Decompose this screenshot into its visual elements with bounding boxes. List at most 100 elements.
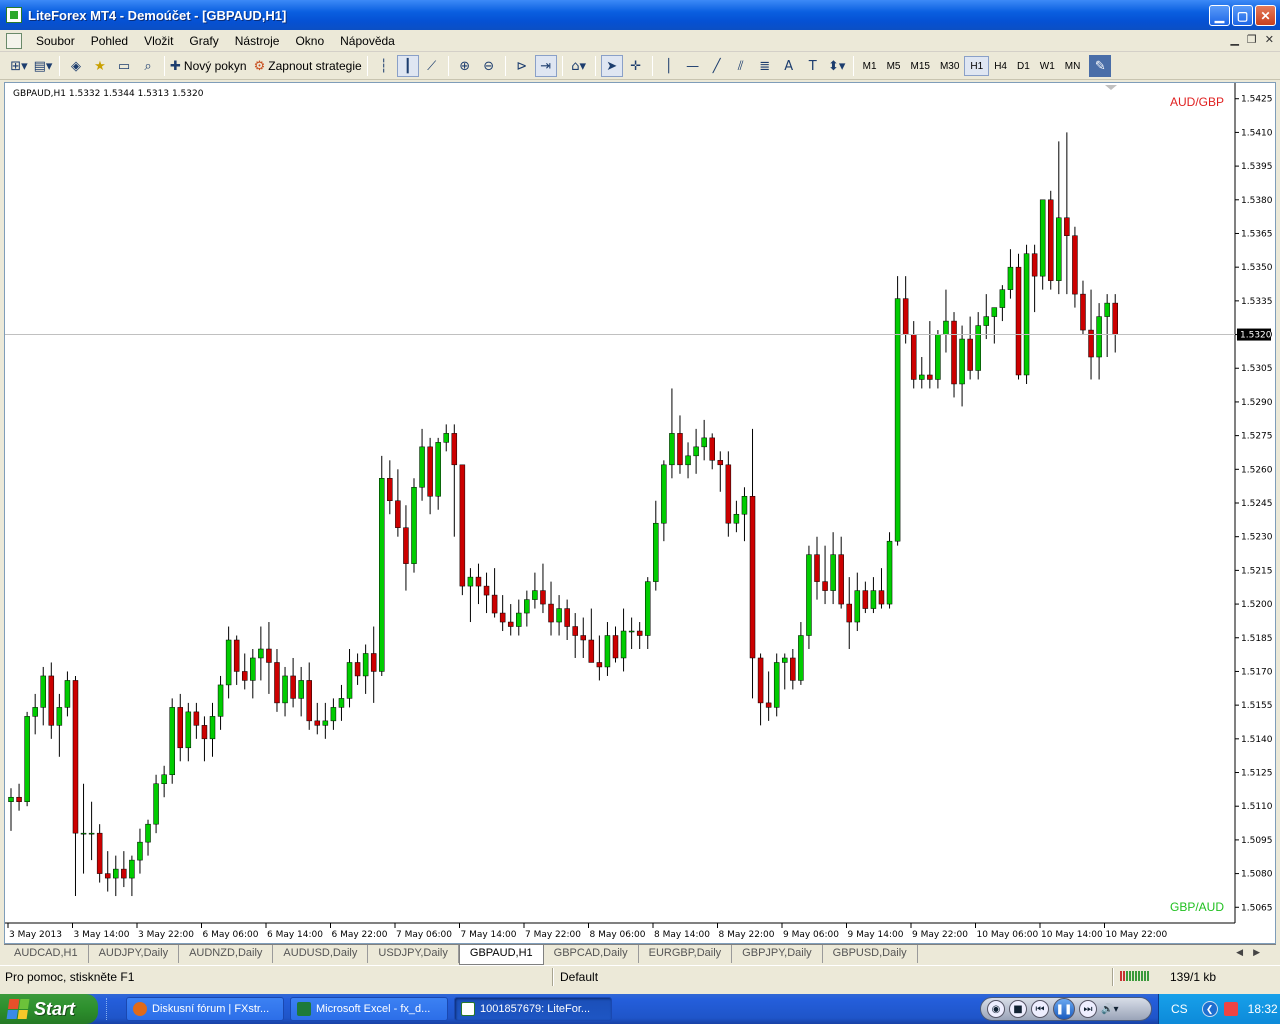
tab-gbpcad[interactable]: GBPCAD,Daily	[544, 945, 639, 963]
task-excel[interactable]: Microsoft Excel - fx_d...	[290, 997, 448, 1021]
zoom-in-icon[interactable]: ⊕	[454, 55, 476, 77]
timeframe-mn[interactable]: MN	[1060, 56, 1086, 76]
text-icon[interactable]: A	[778, 55, 800, 77]
tab-gbpaud[interactable]: GBPAUD,H1	[458, 945, 544, 965]
candle-body	[830, 554, 836, 591]
menu-file[interactable]: Soubor	[28, 34, 83, 48]
trendline-icon[interactable]: ╱	[706, 55, 728, 77]
chart-shift-icon[interactable]: ⇥	[534, 55, 557, 77]
media-volume-icon[interactable]: 🔊▾	[1101, 1004, 1118, 1015]
price-tick-label: 1.5290	[1241, 398, 1273, 408]
terminal-icon[interactable]: ▭	[113, 55, 135, 77]
menu-tools[interactable]: Nástroje	[227, 34, 288, 48]
timeframe-m5[interactable]: M5	[882, 56, 906, 76]
candlestick-chart[interactable]: GBPAUD,H1 1.5332 1.5344 1.5313 1.5320 AU…	[5, 83, 1275, 943]
candle-body	[1080, 293, 1086, 331]
arrows-icon[interactable]: ⬍▾	[826, 55, 848, 77]
media-previous-icon[interactable]: ⏮	[1031, 1000, 1049, 1018]
tab-audcad[interactable]: AUDCAD,H1	[4, 945, 89, 963]
price-tick-label: 1.5230	[1241, 533, 1273, 543]
indicators-icon[interactable]: ⌂▾	[568, 55, 590, 77]
timeframe-h4[interactable]: H4	[989, 56, 1012, 76]
status-bar: Pro pomoc, stiskněte F1 Default 139/1 kb	[0, 965, 1280, 987]
price-tick-label: 1.5125	[1241, 769, 1273, 779]
auto-scroll-icon[interactable]: ⊳	[511, 55, 533, 77]
crosshair-icon[interactable]: ✛	[625, 55, 647, 77]
zoom-out-icon[interactable]: ⊖	[478, 55, 500, 77]
menu-view[interactable]: Pohled	[83, 34, 136, 48]
quick-launch-grip[interactable]	[106, 998, 120, 1020]
tab-audnzd[interactable]: AUDNZD,Daily	[179, 945, 274, 963]
menu-window[interactable]: Okno	[287, 34, 332, 48]
candle-body	[798, 635, 804, 681]
maximize-button[interactable]: ▢	[1232, 5, 1253, 26]
timeframe-m1[interactable]: M1	[858, 56, 882, 76]
tab-gbpusd[interactable]: GBPUSD,Daily	[823, 945, 918, 963]
fibonacci-icon[interactable]: ≣	[754, 55, 776, 77]
bar-chart-icon[interactable]: ┆	[373, 55, 395, 77]
app-icon	[6, 7, 22, 23]
chart-window[interactable]: GBPAUD,H1 1.5332 1.5344 1.5313 1.5320 AU…	[4, 82, 1276, 944]
tab-usdjpy[interactable]: USDJPY,Daily	[368, 945, 459, 963]
candle-body	[685, 455, 691, 466]
candlestick-chart-icon[interactable]: ┃	[396, 55, 419, 77]
market-watch-icon[interactable]: ◈	[65, 55, 87, 77]
language-indicator[interactable]: CS	[1171, 1002, 1188, 1016]
equidistant-channel-icon[interactable]: ⫽	[730, 55, 752, 77]
horizontal-line-icon[interactable]: —	[682, 55, 704, 77]
tab-audjpy[interactable]: AUDJPY,Daily	[89, 945, 180, 963]
start-button[interactable]: Start	[0, 994, 98, 1024]
navigator-icon[interactable]: ★	[89, 55, 111, 77]
minimize-button[interactable]: ▁	[1209, 5, 1230, 26]
tray-app-icon[interactable]	[1223, 1002, 1238, 1016]
tab-audusd[interactable]: AUDUSD,Daily	[273, 945, 369, 963]
media-pause-icon[interactable]: ❚❚	[1053, 998, 1075, 1020]
candle-body	[483, 585, 490, 596]
menu-insert[interactable]: Vložit	[136, 34, 181, 48]
tab-eurgbp[interactable]: EURGBP,Daily	[639, 945, 733, 963]
price-tick-label: 1.5395	[1241, 162, 1273, 172]
toolbar-overflow-icon[interactable]: ✎	[1089, 55, 1112, 77]
menu-help[interactable]: Nápověda	[332, 34, 403, 48]
chart-tabs: AUDCAD,H1 AUDJPY,Daily AUDNZD,Daily AUDU…	[4, 944, 1276, 965]
timeframe-m30[interactable]: M30	[935, 56, 964, 76]
new-chart-icon[interactable]: ⊞▾	[8, 55, 30, 77]
menu-charts[interactable]: Grafy	[181, 34, 226, 48]
tabs-scroll-left-icon[interactable]: ◀	[1236, 948, 1253, 958]
task-liteforex[interactable]: 1001857679: LiteFor...	[454, 997, 612, 1021]
timeframe-w1[interactable]: W1	[1035, 56, 1060, 76]
candle-body	[419, 446, 425, 488]
close-button[interactable]: ✕	[1255, 5, 1276, 26]
candle-body	[354, 662, 361, 677]
candle-body	[346, 662, 353, 699]
mdi-close-icon[interactable]: ✕	[1265, 33, 1274, 46]
new-order-button[interactable]: ✚ Nový pokyn	[170, 55, 247, 77]
media-stop-icon[interactable]: ■	[1009, 1000, 1027, 1018]
mdi-restore-icon[interactable]: ❐	[1247, 33, 1257, 46]
vertical-line-icon[interactable]: │	[658, 55, 680, 77]
show-hidden-icons[interactable]: ❮	[1201, 1001, 1218, 1017]
cursor-icon[interactable]: ➤	[600, 55, 623, 77]
candle-body	[959, 338, 965, 385]
media-next-icon[interactable]: ⏭	[1079, 1000, 1097, 1018]
candle-body	[1096, 316, 1102, 358]
expert-advisors-button[interactable]: ⚙ Zapnout strategie	[254, 55, 362, 77]
profiles-icon[interactable]: ▤▾	[32, 55, 54, 77]
task-firefox[interactable]: Diskusní fórum | FXstr...	[126, 997, 284, 1021]
tester-icon[interactable]: ⌕	[137, 55, 159, 77]
candle-body	[379, 478, 385, 672]
timeframe-h1[interactable]: H1	[964, 56, 990, 76]
line-chart-icon[interactable]: ⟋	[421, 55, 443, 77]
timeframe-m15[interactable]: M15	[905, 56, 934, 76]
candle-body	[443, 433, 449, 443]
mdi-minimize-icon[interactable]: ▁	[1230, 33, 1238, 46]
text-label-icon[interactable]: T	[802, 55, 824, 77]
candle-body	[669, 433, 675, 466]
media-restore-icon[interactable]: ◉	[987, 1000, 1005, 1018]
candle-body	[983, 316, 990, 326]
tabs-scroll-right-icon[interactable]: ▶	[1253, 948, 1270, 958]
timeframe-d1[interactable]: D1	[1012, 56, 1035, 76]
title-bar[interactable]: LiteForex MT4 - Demoúčet - [GBPAUD,H1] ▁…	[0, 0, 1280, 30]
time-tick-label: 7 May 14:00	[461, 930, 517, 940]
tab-gbpjpy[interactable]: GBPJPY,Daily	[732, 945, 823, 963]
